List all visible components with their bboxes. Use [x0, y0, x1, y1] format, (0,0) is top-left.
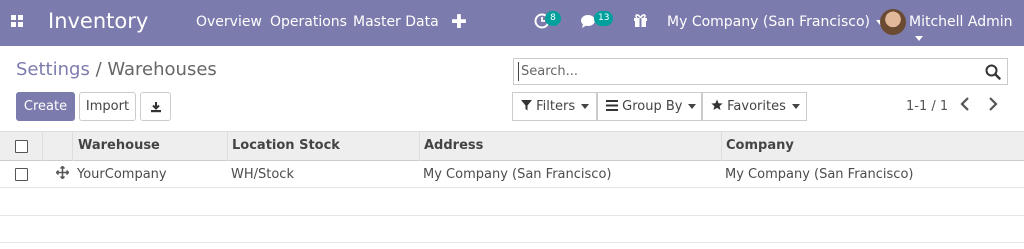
group-by-icon — [606, 100, 618, 111]
empty-row — [0, 189, 1024, 216]
select-all-checkbox[interactable] — [15, 140, 28, 153]
cell-company: My Company (San Francisco) — [725, 167, 914, 182]
group-by-button[interactable]: Group By — [597, 92, 702, 121]
menu-operations[interactable]: Operations — [270, 14, 347, 30]
group-by-label: Group By — [622, 99, 683, 114]
table-header: Warehouse Location Stock Address Company — [0, 131, 1024, 161]
breadcrumb-current: Warehouses — [107, 59, 217, 80]
avatar[interactable] — [880, 9, 906, 35]
column-divider — [721, 132, 722, 161]
table-row[interactable]: YourCompany WH/Stock My Company (San Fra… — [0, 161, 1024, 188]
search-icon[interactable] — [985, 64, 1001, 80]
download-icon — [150, 102, 161, 113]
pager-value[interactable]: 1-1 / 1 — [906, 99, 948, 114]
chevron-down-icon — [791, 104, 800, 109]
menu-master-data[interactable]: Master Data — [353, 14, 439, 30]
column-divider — [227, 132, 228, 161]
favorites-label: Favorites — [727, 99, 786, 114]
user-name: Mitchell Admin — [909, 14, 1013, 30]
filter-icon — [521, 100, 532, 111]
breadcrumb-settings[interactable]: Settings — [16, 59, 90, 80]
column-header-location-stock[interactable]: Location Stock — [232, 138, 340, 153]
pager-previous-icon[interactable] — [960, 97, 970, 115]
activity-badge: 8 — [545, 11, 561, 26]
column-divider — [419, 132, 420, 161]
column-header-warehouse[interactable]: Warehouse — [78, 138, 160, 153]
cell-warehouse: YourCompany — [77, 167, 167, 182]
column-divider — [72, 132, 73, 161]
column-divider — [42, 132, 43, 161]
company-name: My Company (San Francisco) — [667, 14, 870, 30]
chevron-down-icon — [581, 104, 590, 109]
top-navbar: Inventory Overview Operations Master Dat… — [0, 0, 1024, 46]
company-switcher[interactable]: My Company (San Francisco) — [667, 14, 884, 30]
download-button[interactable] — [140, 92, 171, 121]
pager-next-icon[interactable] — [988, 97, 998, 115]
chevron-down-icon — [688, 104, 697, 109]
app-title[interactable]: Inventory — [48, 9, 148, 33]
favorites-button[interactable]: Favorites — [702, 92, 807, 121]
filters-label: Filters — [536, 99, 576, 114]
user-menu[interactable]: Mitchell Admin — [909, 14, 1024, 46]
filters-button[interactable]: Filters — [512, 92, 597, 121]
breadcrumb: Settings / Warehouses — [16, 59, 217, 80]
column-header-company[interactable]: Company — [726, 138, 794, 153]
search-input[interactable] — [518, 62, 968, 81]
messages-badge: 13 — [594, 11, 614, 26]
apps-menu-icon[interactable] — [11, 15, 25, 29]
add-icon[interactable]: ✚ — [451, 11, 467, 33]
search-box — [513, 58, 1008, 85]
gift-icon[interactable] — [633, 13, 648, 28]
menu-overview[interactable]: Overview — [196, 14, 262, 30]
cell-location-stock: WH/Stock — [231, 167, 294, 182]
create-button[interactable]: Create — [16, 92, 75, 121]
star-icon — [711, 99, 723, 110]
breadcrumb-separator: / — [95, 59, 102, 80]
drag-handle-icon[interactable] — [55, 165, 70, 183]
import-button[interactable]: Import — [79, 92, 136, 121]
empty-row — [0, 216, 1024, 243]
cell-address: My Company (San Francisco) — [423, 167, 612, 182]
column-header-address[interactable]: Address — [424, 138, 483, 153]
chevron-down-icon — [915, 35, 923, 41]
row-checkbox[interactable] — [15, 168, 28, 181]
